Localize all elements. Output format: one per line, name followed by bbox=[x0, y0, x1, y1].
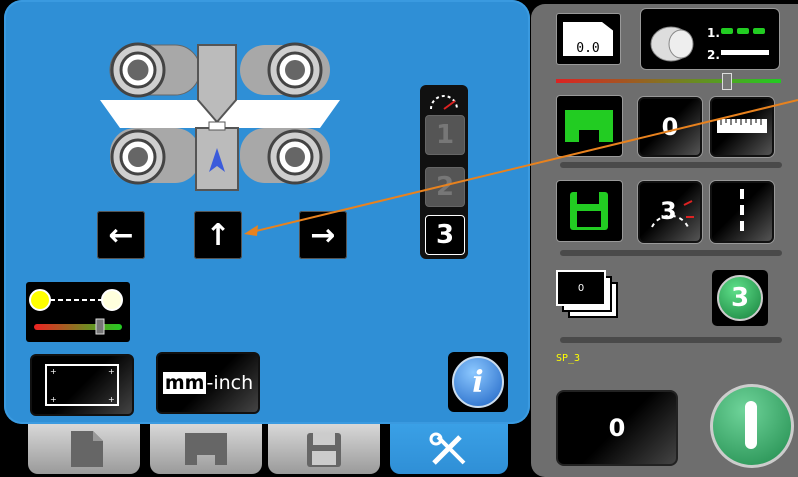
program-name-label: SP_3 bbox=[556, 353, 581, 364]
ruler-button[interactable] bbox=[710, 97, 774, 157]
separator bbox=[560, 337, 782, 343]
units-separator: - bbox=[206, 372, 214, 394]
roller-top-left bbox=[109, 42, 201, 98]
program-number-value: 3 bbox=[730, 283, 750, 313]
speedometer-icon bbox=[430, 95, 458, 110]
step-2-label: 2 bbox=[435, 172, 455, 202]
frame-button[interactable]: + + + + bbox=[30, 354, 134, 416]
counter-value: 0.0 bbox=[576, 41, 600, 56]
step-selector: 1 2 3 bbox=[420, 85, 468, 259]
step-speed-value: 3 bbox=[660, 197, 677, 225]
roller-feed-illustration bbox=[100, 42, 340, 191]
move-up-button[interactable]: ↑ bbox=[194, 211, 242, 259]
stack-button[interactable]: 0 bbox=[556, 268, 618, 328]
profile-mode-button[interactable] bbox=[556, 95, 623, 157]
roller-bottom-left bbox=[110, 128, 200, 185]
program-number-badge: 3 bbox=[717, 275, 763, 321]
save-button[interactable] bbox=[556, 180, 623, 242]
svg-text:+: + bbox=[50, 367, 57, 376]
floppy-icon bbox=[307, 433, 341, 467]
speed-slider-thumb[interactable] bbox=[722, 73, 732, 90]
profile-green-icon bbox=[565, 110, 613, 142]
info-button[interactable]: i bbox=[448, 352, 508, 412]
tab-document[interactable] bbox=[28, 424, 140, 474]
power-icon bbox=[745, 401, 757, 449]
move-right-button[interactable]: → bbox=[299, 211, 347, 259]
tab-tools[interactable] bbox=[390, 424, 508, 474]
document-icon bbox=[71, 431, 103, 467]
separator bbox=[560, 250, 782, 256]
svg-text:+: + bbox=[108, 367, 115, 376]
program-number-button[interactable]: 3 bbox=[712, 270, 768, 326]
svg-text:+: + bbox=[50, 395, 57, 404]
arrow-left-icon: ← bbox=[108, 217, 134, 253]
svg-text:1.: 1. bbox=[707, 26, 720, 40]
roller-speed-icon: 1. 2. bbox=[650, 26, 769, 62]
distance-slider-icon bbox=[29, 289, 123, 335]
start-button[interactable] bbox=[710, 384, 794, 468]
center-line-icon bbox=[740, 189, 744, 235]
tab-profile[interactable] bbox=[150, 424, 262, 474]
info-glyph: i bbox=[472, 364, 484, 400]
stack-value: 0 bbox=[577, 282, 585, 294]
speed-slider-track[interactable] bbox=[556, 79, 781, 83]
stack-card-front: 0 bbox=[556, 270, 606, 306]
units-mm-label: mm bbox=[162, 372, 207, 394]
roller-top-right bbox=[240, 42, 330, 98]
step-3-button[interactable]: 3 bbox=[425, 215, 465, 255]
arrow-right-icon: → bbox=[310, 217, 336, 253]
roller-speed-button[interactable]: 1. 2. bbox=[640, 8, 780, 70]
info-icon: i bbox=[452, 356, 504, 408]
frame-icon: + + + + bbox=[45, 364, 119, 406]
svg-text:+: + bbox=[108, 395, 115, 404]
counter-button[interactable]: 0.0 bbox=[556, 13, 621, 65]
step-1-label: 1 bbox=[435, 120, 455, 150]
step-1-button[interactable]: 1 bbox=[425, 115, 465, 155]
tools-icon bbox=[429, 432, 466, 465]
arrow-up-icon: ↑ bbox=[205, 217, 231, 253]
roller-bottom-right bbox=[240, 128, 330, 185]
move-left-button[interactable]: ← bbox=[97, 211, 145, 259]
zero-value-button[interactable]: 0 bbox=[638, 97, 702, 157]
distance-adjust-button[interactable] bbox=[26, 282, 130, 342]
bottom-value: 0 bbox=[608, 414, 626, 442]
tab-save[interactable] bbox=[268, 424, 380, 474]
counter-display: 0.0 bbox=[563, 22, 613, 56]
step-speed-button[interactable]: 3 bbox=[638, 181, 702, 243]
step-2-button[interactable]: 2 bbox=[425, 167, 465, 207]
step-3-label: 3 bbox=[435, 220, 455, 250]
units-toggle-button[interactable]: mm - inch bbox=[156, 352, 260, 414]
center-line-button[interactable] bbox=[710, 181, 774, 243]
separator bbox=[560, 162, 782, 168]
units-inch-label: inch bbox=[213, 372, 254, 394]
profile-icon bbox=[185, 433, 227, 465]
floppy-green-icon bbox=[570, 192, 608, 230]
svg-text:2.: 2. bbox=[707, 48, 720, 62]
bottom-value-display[interactable]: 0 bbox=[556, 390, 678, 466]
zero-value: 0 bbox=[661, 113, 679, 141]
ruler-icon bbox=[717, 119, 767, 133]
